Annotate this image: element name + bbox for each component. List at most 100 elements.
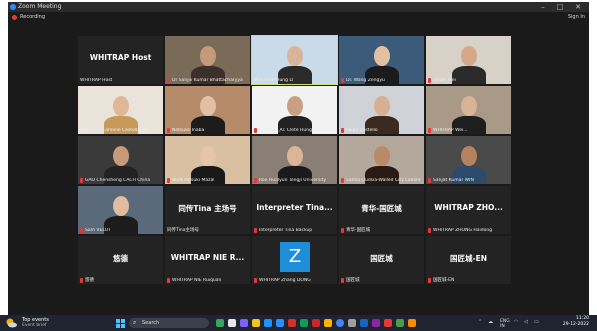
participant-head <box>200 96 216 116</box>
participant-head <box>113 146 129 166</box>
windows-start-icon[interactable] <box>116 319 125 328</box>
participant-body <box>452 66 486 84</box>
participant-tile[interactable]: WEN Mitsuki Mazal <box>165 136 250 184</box>
participant-tile[interactable]: WHITRAP Wei... <box>426 86 511 134</box>
minimize-button[interactable]: – <box>536 2 550 12</box>
participant-head <box>287 146 303 166</box>
participant-tile[interactable]: WHITRAP Caroline Castellanos <box>78 86 163 134</box>
participant-tile[interactable]: 青华-国匠城 青华-国匠城 <box>339 186 424 234</box>
participant-tile[interactable]: Z WHITRAP Zhang DONG <box>252 236 337 284</box>
app-icon-4[interactable] <box>312 319 320 327</box>
participant-tile[interactable]: ZHOU Wei <box>426 36 511 84</box>
muted-mic-icon <box>254 128 257 133</box>
recording-dot-icon <box>12 15 17 20</box>
participant-tile[interactable]: Natsuko Inaba <box>165 86 250 134</box>
app-icon-7[interactable] <box>360 319 368 327</box>
participant-tile[interactable]: Paula Castello <box>339 86 424 134</box>
participant-display-name: 国匠城-EN <box>449 254 487 263</box>
clock-date: 29-12-2022 <box>562 322 589 327</box>
muted-mic-icon <box>428 128 431 133</box>
participant-tile[interactable]: WHITRAP Hung LI <box>251 35 338 85</box>
participant-tile[interactable]: WHITRAP NIE R... WHITRAP NIE Ruiquan <box>165 236 250 284</box>
participant-name: Roe Hualyun Tongji University <box>259 178 326 183</box>
sign-in-link[interactable]: Sign In <box>568 14 585 20</box>
muted-mic-icon <box>167 78 170 83</box>
participant-tile[interactable]: Sanjat Kumar IWN <box>426 136 511 184</box>
participant-display-name: WHITRAP NIE R... <box>170 253 245 262</box>
participant-tile[interactable]: WHITRAP Host WHITRAP Host <box>78 36 163 84</box>
muted-mic-icon <box>428 178 431 183</box>
tray-chevron-icon[interactable]: ⌃ <box>478 319 482 325</box>
muted-mic-icon <box>428 78 431 83</box>
wifi-icon[interactable]: ◠ <box>514 319 518 325</box>
participant-tile[interactable]: Interpreter Tina... Interpreter Tina Back… <box>252 186 337 234</box>
participant-tile[interactable]: Salma Qudsia-Walled City Lahore <box>339 136 424 184</box>
participant-tile[interactable]: Dr. Wang Zengyu <box>339 36 424 84</box>
app-icon-6[interactable] <box>348 319 356 327</box>
participant-display-name: Interpreter Tina... <box>256 203 333 212</box>
taskbar-search[interactable]: ⌕ Search <box>129 318 209 328</box>
participant-display-name: 青华-国匠城 <box>361 204 402 213</box>
window-title: Zoom Meeting <box>18 3 62 10</box>
app-icon-10[interactable] <box>396 319 404 327</box>
cloud-icon[interactable]: ☁ <box>488 319 493 325</box>
app-icon-3[interactable] <box>300 319 308 327</box>
participant-tile[interactable]: Dr Sanjiv Kumar Bhattacharyya <box>165 36 250 84</box>
participant-head <box>461 46 477 66</box>
muted-mic-icon <box>254 278 257 283</box>
participant-tile[interactable]: 国匠城-EN 国匠城-EN <box>426 236 511 284</box>
zoom-logo-icon <box>10 4 16 10</box>
maximize-button[interactable]: □ <box>553 2 567 12</box>
participant-head <box>200 46 216 66</box>
close-button[interactable]: ✕ <box>571 2 585 12</box>
participant-head <box>200 146 216 166</box>
app-icon-8[interactable] <box>372 319 380 327</box>
file-explorer-icon[interactable] <box>252 319 260 327</box>
zoom-window: Zoom Meeting – □ ✕ Recording Sign In WHI… <box>8 2 589 315</box>
participant-tile[interactable]: 悠德 悠德 <box>78 236 163 284</box>
app-icon-2[interactable] <box>288 319 296 327</box>
participant-video <box>165 86 250 134</box>
muted-mic-icon <box>167 128 170 133</box>
language-indicator[interactable]: ENG IN <box>500 319 510 329</box>
muted-mic-icon <box>254 178 257 183</box>
weather-icon[interactable] <box>4 316 18 330</box>
participant-tile[interactable]: WHITRAP ZHO... WHITRAP ZHONG Haidong <box>426 186 511 234</box>
participant-display-name: WHITRAP Host <box>89 53 152 62</box>
app-icon-1[interactable] <box>216 319 224 327</box>
participant-tile[interactable]: GAO Chensheng CACH China <box>78 136 163 184</box>
participant-head <box>113 96 129 116</box>
participant-name: WHITRAP ZHONG Haidong <box>433 228 493 233</box>
participant-tile[interactable]: Roe Hualyun Tongji University <box>252 136 337 184</box>
edge-icon[interactable] <box>264 319 272 327</box>
muted-mic-icon <box>167 178 170 183</box>
volume-icon[interactable]: ◁ <box>524 319 528 325</box>
avatar: Z <box>280 242 310 272</box>
participant-name: ICOMOS_Ar. Clete Hung Huat, Mal... <box>259 128 337 133</box>
participant-tile[interactable]: ICOMOS_Ar. Clete Hung Huat, Mal... <box>252 86 337 134</box>
participant-head <box>287 96 303 116</box>
recording-label: Recording <box>20 14 46 20</box>
participant-video <box>78 186 163 234</box>
battery-icon[interactable]: ▭ <box>534 319 539 325</box>
teams-icon[interactable] <box>240 319 248 327</box>
system-clock[interactable]: 11:20 29-12-2022 <box>563 316 589 328</box>
participant-video <box>165 36 250 84</box>
participant-name: WHITRAP NIE Ruiquan <box>172 278 222 283</box>
app-icon-9[interactable] <box>384 319 392 327</box>
participant-display-name: 悠德 <box>113 254 128 263</box>
title-bar: Zoom Meeting – □ ✕ <box>8 2 589 12</box>
participant-name: Natsuko Inaba <box>172 128 205 133</box>
zoom-taskbar-icon[interactable] <box>276 319 284 327</box>
participant-name: Dr Sanjiv Kumar Bhattacharyya <box>172 78 243 83</box>
participant-name: 同传Tina主场号 <box>167 228 199 233</box>
task-view-icon[interactable] <box>228 319 236 327</box>
participant-tile[interactable]: Sam VELOT <box>78 186 163 234</box>
participant-tile[interactable]: 同传Tina 主场号 同传Tina主场号 <box>165 186 250 234</box>
app-icon-11[interactable] <box>408 319 416 327</box>
participant-name: Sanjat Kumar IWN <box>433 178 474 183</box>
chrome-icon[interactable] <box>336 319 344 327</box>
app-icon-5[interactable] <box>324 319 332 327</box>
participant-tile[interactable]: 国匠城 国匠城 <box>339 236 424 284</box>
muted-mic-icon <box>341 228 344 233</box>
